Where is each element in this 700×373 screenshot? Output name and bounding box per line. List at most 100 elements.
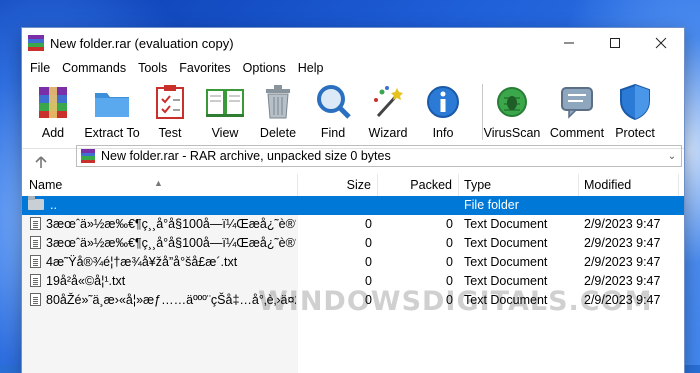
winrar-window: New folder.rar (evaluation copy) File Co… <box>22 28 684 373</box>
rar-archive-icon <box>81 149 95 163</box>
maximize-button[interactable] <box>592 28 638 58</box>
row-modified: 2/9/2023 9:47 <box>584 236 661 250</box>
info-icon <box>423 82 463 122</box>
comment-button[interactable]: Comment <box>548 78 606 148</box>
table-row[interactable]: 80åŽé»˜ä¸æ›«å¦»æƒ……äººº¨çŠå‡…å°‚è‚›ä¤2.t… <box>22 291 684 310</box>
row-name: 3æœˆä»½æ‰€¶ç¸¸å°å§100å—ï¼Œæå¿˜è®°é¾ <box>46 217 296 231</box>
file-list: .. File folder 3æœˆä»½æ‰€¶ç¸¸å°å§100å—ï¼… <box>22 196 684 310</box>
row-type: File folder <box>464 198 519 212</box>
text-file-icon <box>30 293 41 306</box>
column-name[interactable]: Name ▲ <box>22 174 298 196</box>
shield-icon <box>615 82 655 122</box>
magic-wand-icon <box>368 82 408 122</box>
table-row[interactable]: 4æ˜Ÿå®¾é¦†æ¾å¥žå”å°šå£æ´.txt 0 0 Text Do… <box>22 253 684 272</box>
delete-button[interactable]: Delete <box>250 78 306 148</box>
comment-label: Comment <box>549 126 605 140</box>
column-type[interactable]: Type <box>459 174 579 196</box>
wizard-button[interactable]: Wizard <box>360 78 416 148</box>
archive-path-dropdown[interactable]: New folder.rar - RAR archive, unpacked s… <box>76 145 682 167</box>
table-row[interactable]: 3æœˆä»½æ‰€¶ç¸¸å°å§100å—ï¼Œæå¿˜è®°é¾ 0 0 … <box>22 215 684 234</box>
menu-bar: File Commands Tools Favorites Options He… <box>22 58 684 78</box>
wizard-label: Wizard <box>368 126 408 140</box>
table-row[interactable]: 3æœˆä»½æ‰€¶ç¸¸å°å§100å—ï¼Œæå¿˜è®°é¾ 0 0 … <box>22 234 684 253</box>
row-name: 3æœˆä»½æ‰€¶ç¸¸å°å§100å—ï¼Œæå¿˜è®°é¾ <box>46 236 296 250</box>
test-label: Test <box>158 126 182 140</box>
up-one-level-button[interactable] <box>22 150 60 174</box>
test-button[interactable]: Test <box>140 78 200 148</box>
chevron-down-icon: ⌄ <box>667 150 677 162</box>
virusscan-button[interactable]: VirusScan <box>476 78 548 148</box>
row-packed: 0 <box>446 236 453 250</box>
sort-ascending-icon: ▲ <box>154 178 163 188</box>
virus-scan-icon <box>492 82 532 122</box>
protect-label: Protect <box>615 126 655 140</box>
minimize-button[interactable] <box>546 28 592 58</box>
row-type: Text Document <box>464 255 548 269</box>
row-name: 19å²å«©å¦¹.txt <box>46 274 126 288</box>
add-label: Add <box>41 126 65 140</box>
toolbar: Add Extract To Test View Delete Find Wiz… <box>22 78 684 149</box>
row-packed: 0 <box>446 255 453 269</box>
row-size: 0 <box>365 217 372 231</box>
row-packed: 0 <box>446 293 453 307</box>
folder-extract-icon <box>92 82 132 122</box>
table-row[interactable]: 19å²å«©å¦¹.txt 0 0 Text Document 2/9/202… <box>22 272 684 291</box>
text-file-icon <box>30 274 41 287</box>
window-title: New folder.rar (evaluation copy) <box>50 35 234 51</box>
book-icon <box>205 82 245 122</box>
trash-icon <box>258 82 298 122</box>
row-modified: 2/9/2023 9:47 <box>584 255 661 269</box>
text-file-icon <box>30 217 41 230</box>
column-size[interactable]: Size <box>298 174 378 196</box>
comment-icon <box>557 82 597 122</box>
row-name: 80åŽé»˜ä¸æ›«å¦»æƒ……äººº¨çŠå‡…å°‚è‚›ä¤2.t… <box>46 293 296 307</box>
row-packed: 0 <box>446 217 453 231</box>
minimize-icon <box>564 42 574 44</box>
menu-help[interactable]: Help <box>292 61 330 75</box>
table-row[interactable]: .. File folder <box>22 196 684 215</box>
row-packed: 0 <box>446 274 453 288</box>
row-modified: 2/9/2023 9:47 <box>584 217 661 231</box>
column-packed[interactable]: Packed <box>378 174 459 196</box>
column-modified[interactable]: Modified <box>579 174 679 196</box>
menu-file[interactable]: File <box>24 61 56 75</box>
text-file-icon <box>30 255 41 268</box>
menu-tools[interactable]: Tools <box>132 61 173 75</box>
close-icon <box>655 37 667 49</box>
row-size: 0 <box>365 293 372 307</box>
row-size: 0 <box>365 255 372 269</box>
find-label: Find <box>320 126 346 140</box>
row-type: Text Document <box>464 236 548 250</box>
row-type: Text Document <box>464 217 548 231</box>
row-size: 0 <box>365 236 372 250</box>
menu-favorites[interactable]: Favorites <box>173 61 236 75</box>
archive-path-text: New folder.rar - RAR archive, unpacked s… <box>101 149 391 163</box>
toolbar-separator <box>482 84 483 140</box>
close-button[interactable] <box>638 28 684 58</box>
arrow-up-icon <box>35 156 47 168</box>
title-bar[interactable]: New folder.rar (evaluation copy) <box>22 28 684 58</box>
protect-button[interactable]: Protect <box>606 78 664 148</box>
test-checklist-icon <box>150 82 190 122</box>
info-button[interactable]: Info <box>416 78 470 148</box>
menu-options[interactable]: Options <box>237 61 292 75</box>
delete-label: Delete <box>259 126 297 140</box>
magnifier-icon <box>313 82 353 122</box>
info-label: Info <box>432 126 454 140</box>
extract-label: Extract To <box>84 126 140 140</box>
row-size: 0 <box>365 274 372 288</box>
text-file-icon <box>30 236 41 249</box>
winrar-app-icon <box>28 35 44 51</box>
row-type: Text Document <box>464 293 548 307</box>
add-archive-icon <box>33 82 73 122</box>
add-button[interactable]: Add <box>22 78 84 148</box>
row-modified: 2/9/2023 9:47 <box>584 293 661 307</box>
view-label: View <box>211 126 239 140</box>
extract-button[interactable]: Extract To <box>84 78 140 148</box>
folder-icon <box>28 196 44 210</box>
row-name: 4æ˜Ÿå®¾é¦†æ¾å¥žå”å°šå£æ´.txt <box>46 255 238 269</box>
view-button[interactable]: View <box>200 78 250 148</box>
maximize-icon <box>610 38 620 48</box>
find-button[interactable]: Find <box>306 78 360 148</box>
menu-commands[interactable]: Commands <box>56 61 132 75</box>
